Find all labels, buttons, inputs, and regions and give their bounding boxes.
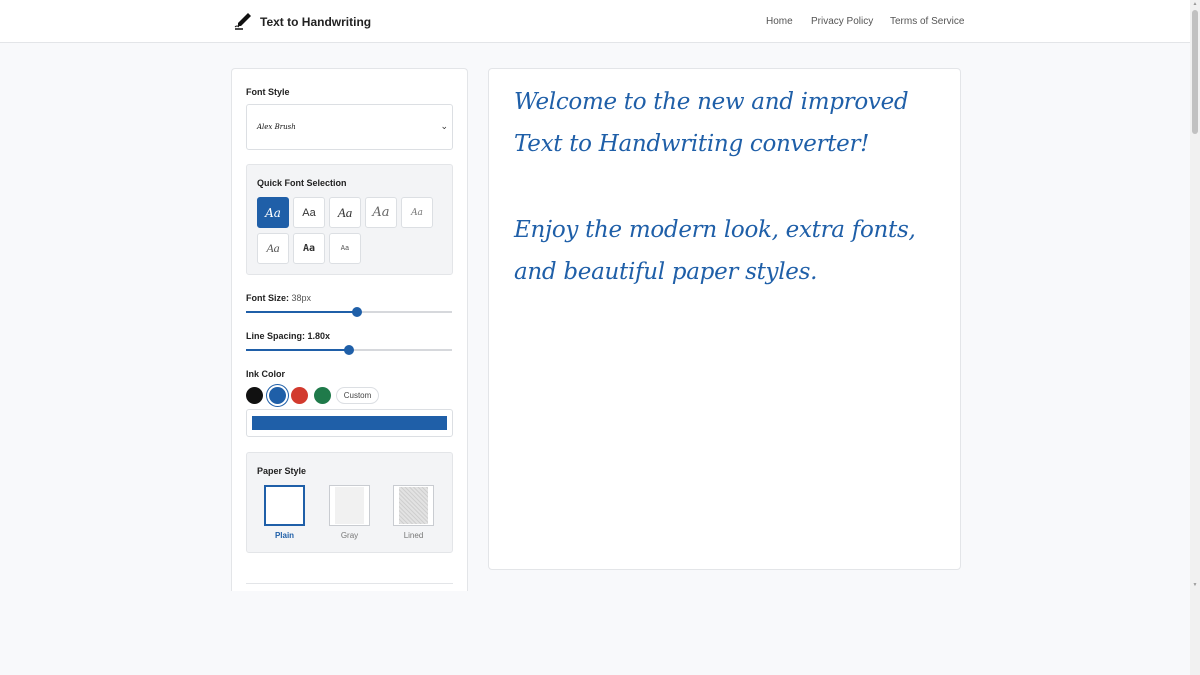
chevron-down-icon: ⌄: [440, 121, 448, 131]
quick-font-button-2[interactable]: Aa: [293, 197, 325, 228]
page-scrollbar[interactable]: ▲ ▼: [1190, 0, 1200, 675]
quick-font-selection-box: Quick Font Selection Aa Aa Aa Aa Aa Aa A…: [246, 164, 453, 275]
paper-option-plain[interactable]: [264, 485, 305, 526]
ink-swatch-red[interactable]: [291, 387, 308, 404]
quick-font-selection-label: Quick Font Selection: [257, 178, 347, 188]
font-style-selected-preview: Alex Brush: [257, 123, 296, 131]
font-size-label-text: Font Size:: [246, 293, 289, 303]
slider-thumb[interactable]: [344, 345, 354, 355]
controls-panel: Font Style Alex Brush ⌄ Quick Font Selec…: [231, 68, 468, 591]
scrollbar-thumb[interactable]: [1192, 10, 1198, 134]
scroll-up-arrow-icon[interactable]: ▲: [1192, 1, 1198, 7]
preview-line-1: Welcome to the new and improved: [514, 89, 909, 115]
ink-color-label: Ink Color: [246, 369, 286, 379]
nav-terms-link[interactable]: Terms of Service: [890, 16, 964, 27]
paper-option-gray-label: Gray: [340, 531, 359, 540]
slider-thumb[interactable]: [352, 307, 363, 317]
pen-writing-icon[interactable]: [233, 11, 253, 31]
paper-option-plain-label: Plain: [274, 531, 295, 540]
paper-option-lined[interactable]: [393, 485, 434, 526]
quick-font-button-6[interactable]: Aa: [257, 233, 289, 264]
paper-style-box: Paper Style Plain Gray Lined: [246, 452, 453, 553]
brand-title[interactable]: Text to Handwriting: [260, 15, 371, 29]
font-size-label: Font Size: 38px: [246, 293, 311, 303]
panel-divider: [246, 583, 453, 584]
preview-line-4: and beautiful paper styles.: [514, 259, 818, 285]
slider-fill: [246, 311, 358, 313]
font-size-value: 38px: [291, 293, 312, 303]
paper-option-lined-label: Lined: [403, 531, 424, 540]
scroll-down-arrow-icon[interactable]: ▼: [1192, 582, 1198, 588]
line-spacing-slider[interactable]: [246, 345, 452, 355]
paper-lined-thumbnail: [399, 487, 428, 524]
ink-swatch-green[interactable]: [314, 387, 331, 404]
paper-plain-thumbnail: [271, 488, 298, 523]
quick-font-button-8[interactable]: Aa: [329, 233, 361, 264]
top-header: Text to Handwriting Home Privacy Policy …: [0, 0, 1190, 43]
preview-line-3: Enjoy the modern look, extra fonts,: [514, 217, 916, 243]
line-spacing-label: Line Spacing: 1.80x: [246, 331, 331, 341]
custom-color-button[interactable]: Custom: [336, 387, 379, 404]
nav-privacy-link[interactable]: Privacy Policy: [811, 16, 873, 27]
handwriting-preview-panel: Welcome to the new and improved Text to …: [488, 68, 961, 570]
paper-gray-thumbnail: [335, 487, 364, 524]
nav-home-link[interactable]: Home: [766, 16, 793, 27]
font-size-slider[interactable]: [246, 307, 452, 317]
font-style-label: Font Style: [246, 87, 290, 97]
font-style-select[interactable]: Alex Brush ⌄: [246, 104, 453, 150]
quick-font-button-3[interactable]: Aa: [329, 197, 361, 228]
ink-swatch-black[interactable]: [246, 387, 263, 404]
paper-style-label: Paper Style: [257, 466, 307, 476]
quick-font-button-4[interactable]: Aa: [365, 197, 397, 228]
paper-option-gray[interactable]: [329, 485, 370, 526]
quick-font-button-1[interactable]: Aa: [257, 197, 289, 228]
preview-line-2: Text to Handwriting converter!: [514, 131, 870, 157]
quick-font-button-5[interactable]: Aa: [401, 197, 433, 228]
current-color-bar: [252, 416, 447, 430]
ink-swatch-blue[interactable]: [269, 387, 286, 404]
custom-color-input[interactable]: [246, 409, 453, 437]
slider-fill: [246, 349, 349, 351]
quick-font-button-7[interactable]: Aa: [293, 233, 325, 264]
